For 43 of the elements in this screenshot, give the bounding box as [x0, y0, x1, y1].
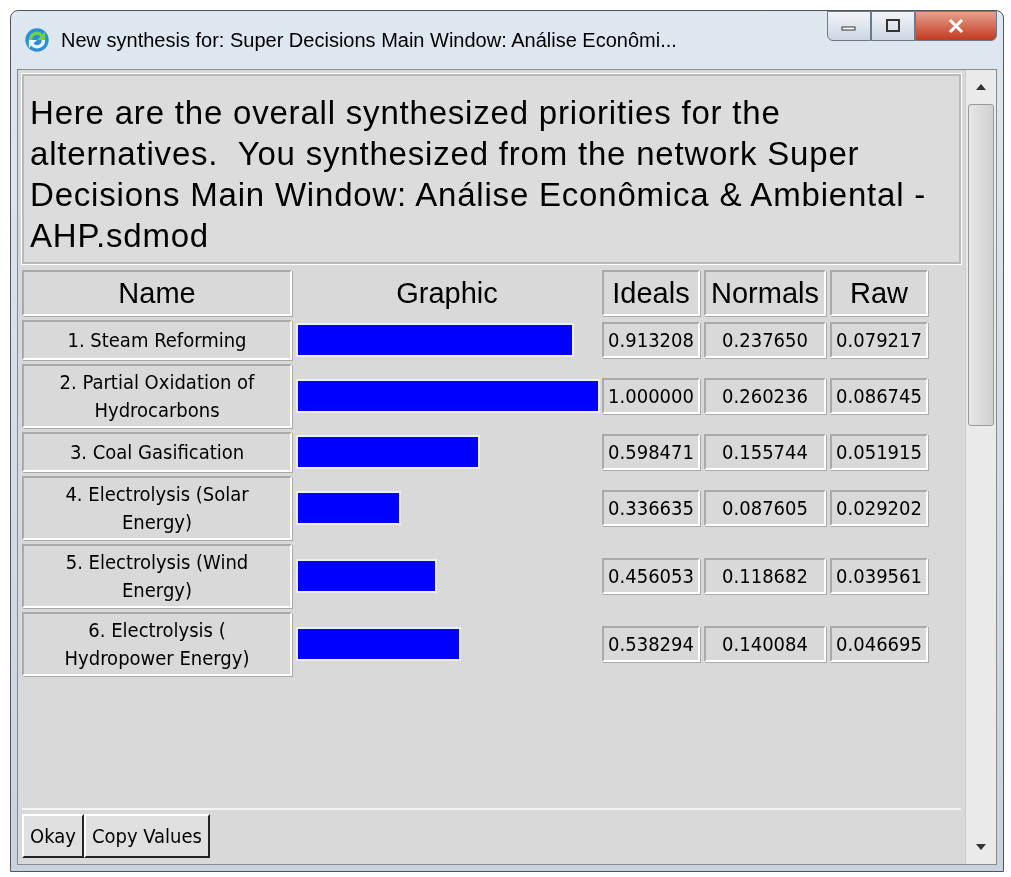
dialog-button[interactable]: Okay	[22, 814, 84, 858]
scroll-down-icon[interactable]	[976, 844, 986, 850]
table-cell: 0.336635	[602, 490, 700, 526]
table-cell: 4. Electrolysis (Solar Energy)	[22, 476, 292, 540]
scroll-thumb[interactable]	[968, 104, 994, 426]
table-cell: 0.087605	[704, 490, 826, 526]
table-cell: 0.155744	[704, 434, 826, 470]
table-cell: 3. Coal Gasification	[22, 432, 292, 472]
close-icon	[946, 18, 966, 34]
column-header: Ideals	[602, 270, 700, 316]
close-button[interactable]	[915, 11, 997, 41]
table-cell: 0.051915	[830, 434, 928, 470]
table-cell: 2. Partial Oxidation of Hydrocarbons	[22, 364, 292, 428]
maximize-icon	[883, 19, 903, 33]
maximize-button[interactable]	[871, 11, 915, 41]
table-cell: 0.538294	[602, 626, 700, 662]
refresh-icon	[23, 26, 51, 54]
window-title: New synthesis for: Super Decisions Main Window: Análise Econômi...	[61, 28, 678, 52]
column-header: Graphic	[395, 276, 499, 311]
table-cell: 0.140084	[704, 626, 826, 662]
table-cell: 0.039561	[830, 558, 928, 594]
table-cell: 1. Steam Reforming	[22, 320, 292, 360]
message-text: Here are the overall synthesized priorities for the alternatives. You synthesized from the network Super Decisions Main Window: Análise Econômica & Ambiental - AHP.sdmod	[22, 74, 961, 264]
table-cell: 0.598471	[602, 434, 700, 470]
column-header: Normals	[704, 270, 826, 316]
table-cell: 5. Electrolysis (Wind Energy)	[22, 544, 292, 608]
scrollbar[interactable]	[965, 70, 996, 864]
minimize-button[interactable]	[827, 11, 871, 41]
scroll-up-icon[interactable]	[976, 84, 986, 90]
table-cell: 0.079217	[830, 322, 928, 358]
table-cell: 0.456053	[602, 558, 700, 594]
dialog-button[interactable]: Copy Values	[83, 814, 210, 858]
table-cell: 0.260236	[704, 378, 826, 414]
table-cell: 1.000000	[602, 378, 700, 414]
table-cell: 0.913208	[602, 322, 700, 358]
table-cell: 0.046695	[830, 626, 928, 662]
column-header: Name	[22, 270, 292, 316]
table-cell: 0.118682	[704, 558, 826, 594]
table-cell: 0.029202	[830, 490, 928, 526]
table-cell: 0.086745	[830, 378, 928, 414]
table-cell: 0.237650	[704, 322, 826, 358]
table-cell: 6. Electrolysis ( Hydropower Energy)	[22, 612, 292, 676]
column-header: Raw	[830, 270, 928, 316]
